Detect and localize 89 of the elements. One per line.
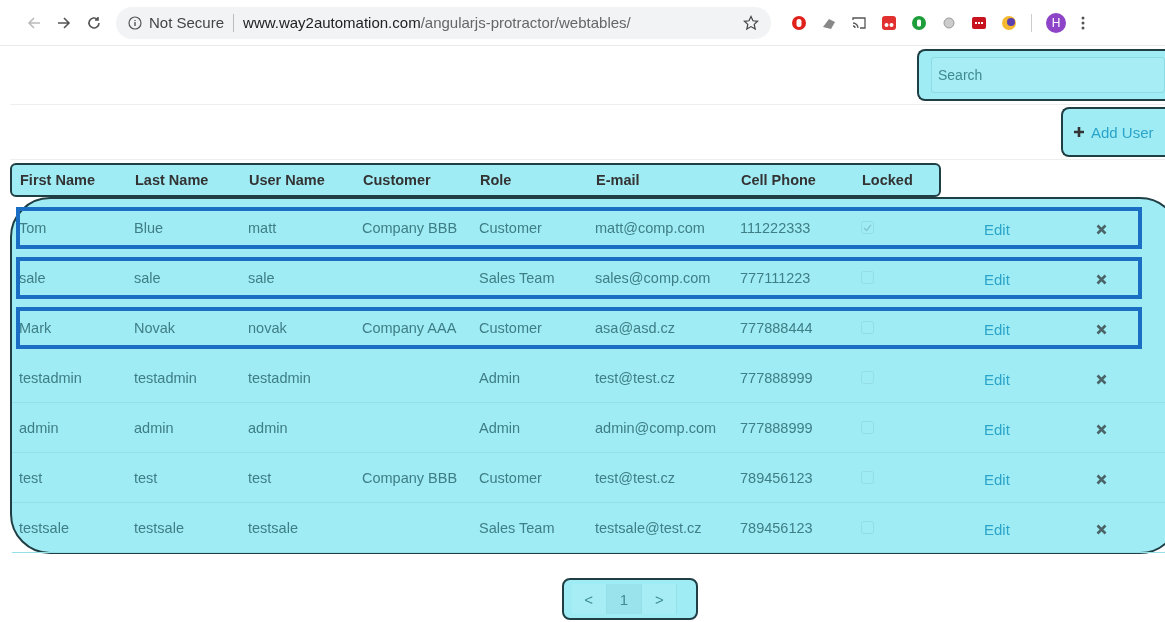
column-header[interactable]: Customer bbox=[363, 172, 480, 188]
moon-icon[interactable] bbox=[1001, 14, 1017, 31]
table-cell-text: testsale bbox=[19, 519, 70, 536]
table-cell-text: Admin bbox=[479, 419, 522, 436]
table-cell-text: Company AAA bbox=[362, 319, 458, 336]
table-cell-text: sales@comp.com bbox=[595, 269, 712, 286]
previous-page-button[interactable]: < bbox=[571, 584, 607, 614]
edit-link[interactable]: Edit bbox=[984, 521, 1010, 538]
forward-icon[interactable] bbox=[56, 14, 72, 31]
table-cell-text: admin@comp.com bbox=[595, 419, 718, 436]
table-cell-text: test@test.cz bbox=[595, 369, 676, 386]
table-cell-text: sale bbox=[19, 269, 47, 286]
table-cell-text: Tom bbox=[19, 219, 48, 236]
table-cell-text: asa@asd.cz bbox=[595, 319, 676, 336]
profile-avatar[interactable]: H bbox=[1046, 12, 1066, 33]
table-cell-text: Company BBB bbox=[362, 219, 459, 236]
add-user-button[interactable]: Add User bbox=[1061, 107, 1165, 157]
delete-icon[interactable] bbox=[1096, 524, 1107, 535]
column-header[interactable]: User Name bbox=[249, 172, 363, 188]
table-cell-text: test@test.cz bbox=[595, 469, 676, 486]
table-cell-text: Mark bbox=[19, 319, 53, 336]
table-cell-text: 789456123 bbox=[740, 519, 814, 536]
edit-link[interactable]: Edit bbox=[984, 371, 1010, 388]
table-cell-text: admin bbox=[19, 419, 60, 436]
table-cell-text: Novak bbox=[134, 319, 177, 336]
table-cell-text: novak bbox=[248, 319, 288, 336]
delete-icon[interactable] bbox=[1096, 324, 1107, 335]
column-header[interactable]: Role bbox=[480, 172, 596, 188]
reload-icon[interactable] bbox=[86, 14, 102, 31]
page-button[interactable]: 1 bbox=[606, 584, 643, 614]
table-cell-text: admin bbox=[134, 419, 175, 436]
table-cell-text: 777888999 bbox=[740, 369, 814, 386]
column-header[interactable]: Locked bbox=[862, 172, 942, 188]
table-cell-text: 777888999 bbox=[740, 419, 814, 436]
table-cell-text: Customer bbox=[479, 319, 543, 336]
table-cell-text: matt bbox=[248, 219, 278, 236]
shield-icon[interactable] bbox=[791, 14, 807, 31]
cast-icon[interactable] bbox=[851, 14, 867, 31]
delete-icon[interactable] bbox=[1096, 474, 1107, 485]
edit-link[interactable]: Edit bbox=[984, 321, 1010, 338]
table-cell-text: test bbox=[19, 469, 44, 486]
column-header[interactable]: First Name bbox=[20, 172, 135, 188]
table-cell-text: sale bbox=[134, 269, 162, 286]
table-cell-text: Admin bbox=[479, 369, 522, 386]
table-cell-text: testsale@test.cz bbox=[595, 519, 703, 536]
delete-icon[interactable] bbox=[1096, 224, 1107, 235]
table-cell-text: Sales Team bbox=[479, 269, 556, 286]
column-header[interactable]: Last Name bbox=[135, 172, 249, 188]
table-cell-text: test bbox=[134, 469, 159, 486]
search-field[interactable]: Search bbox=[931, 57, 1165, 93]
delete-icon[interactable] bbox=[1096, 424, 1107, 435]
next-page-button[interactable]: > bbox=[642, 584, 678, 614]
plus-icon bbox=[1073, 126, 1085, 138]
edit-link[interactable]: Edit bbox=[984, 271, 1010, 288]
table-cell-text: test bbox=[248, 469, 273, 486]
address-bar[interactable]: Not Secure www.way2automation.com/angularjs-protractor/webtables/ bbox=[116, 6, 771, 39]
table-cell-text: 777111223 bbox=[740, 269, 812, 286]
edit-link[interactable]: Edit bbox=[984, 471, 1010, 488]
table-cell-text: testsale bbox=[134, 519, 185, 536]
delete-icon[interactable] bbox=[1096, 274, 1107, 285]
table-cell-text: 777888444 bbox=[740, 319, 814, 336]
table-cell-text: Customer bbox=[479, 219, 543, 236]
table-cell-text: Company BBB bbox=[362, 469, 459, 486]
extension-icon[interactable] bbox=[911, 14, 927, 31]
table-cell-text: admin bbox=[248, 419, 289, 436]
url-text: www.way2automation.com/angularjs-protractor/webtables/ bbox=[243, 14, 632, 31]
table-cell-text: testadmin bbox=[134, 369, 198, 386]
extension-icon[interactable] bbox=[971, 14, 987, 31]
delete-icon[interactable] bbox=[1096, 374, 1107, 385]
table-cell-text: sale bbox=[248, 269, 276, 286]
security-label: Not Secure bbox=[149, 14, 225, 31]
table-cell-text: testadmin bbox=[248, 369, 312, 386]
column-header[interactable]: Cell Phone bbox=[741, 172, 862, 188]
locked-checkbox[interactable] bbox=[861, 221, 874, 234]
table-cell-text: 111222333 bbox=[740, 219, 812, 236]
info-icon[interactable] bbox=[128, 15, 142, 30]
table-cell-text: Customer bbox=[479, 469, 543, 486]
edit-link[interactable]: Edit bbox=[984, 421, 1010, 438]
table-cell-text: matt@comp.com bbox=[595, 219, 706, 236]
star-icon[interactable] bbox=[743, 14, 759, 31]
extension-icon[interactable] bbox=[881, 14, 897, 31]
table-cell-text: testsale bbox=[248, 519, 299, 536]
table-cell-text: Blue bbox=[134, 219, 165, 236]
column-header[interactable]: E-mail bbox=[596, 172, 741, 188]
table-cell-text: testadmin bbox=[19, 369, 83, 386]
edit-link[interactable]: Edit bbox=[984, 221, 1010, 238]
menu-icon[interactable] bbox=[1080, 14, 1086, 31]
table-cell-text: Sales Team bbox=[479, 519, 556, 536]
table-cell-text: 789456123 bbox=[740, 469, 814, 486]
